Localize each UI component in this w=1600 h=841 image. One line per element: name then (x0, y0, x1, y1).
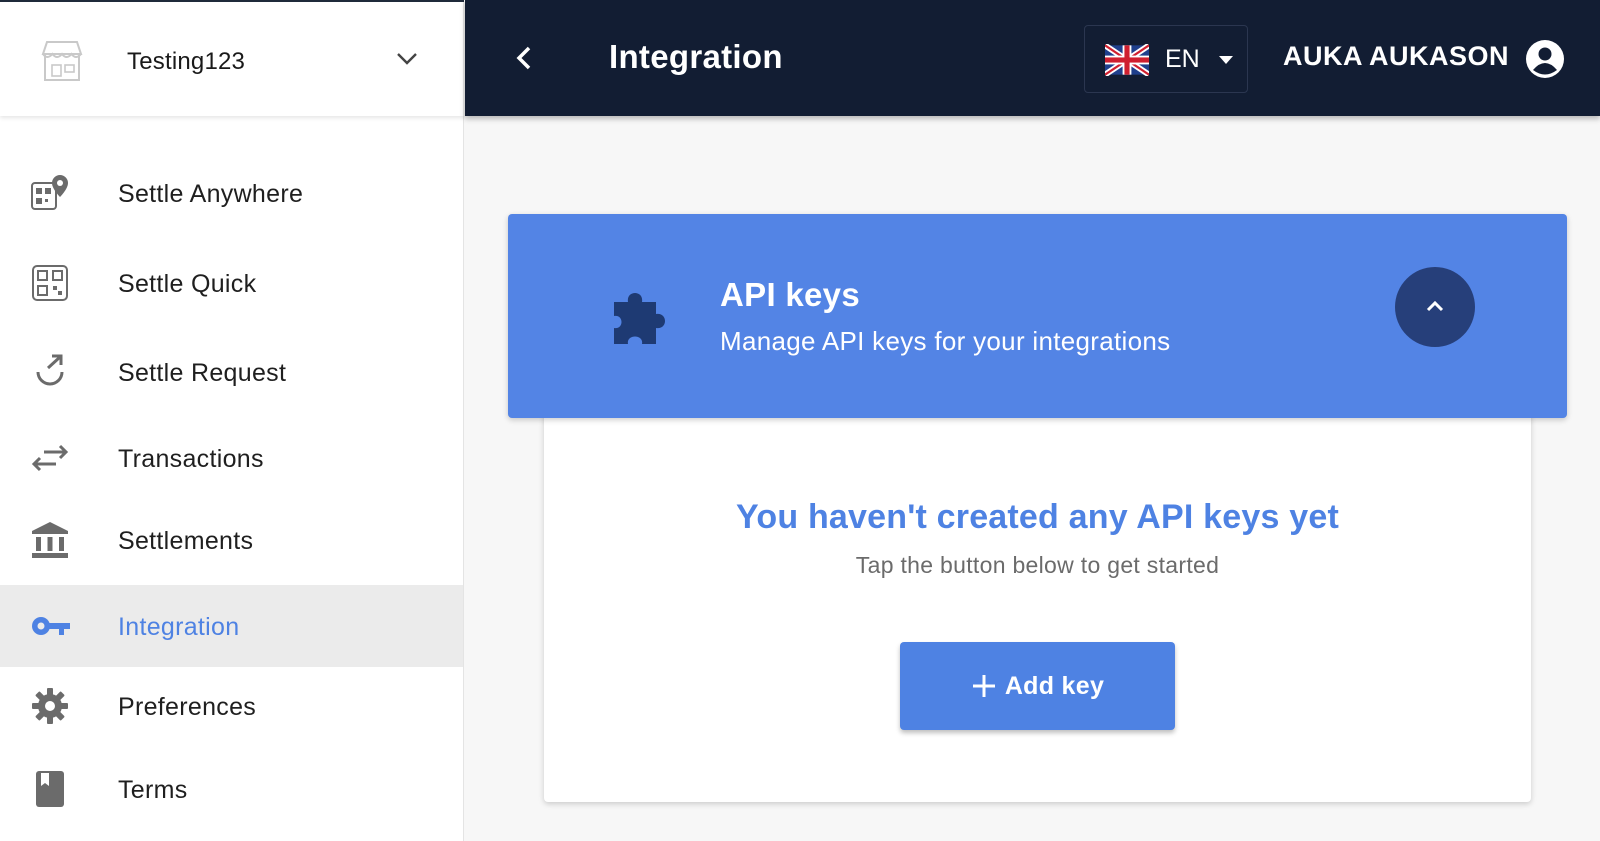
caret-down-icon (1219, 56, 1233, 64)
page-title: Integration (609, 38, 783, 75)
sidebar: Testing123 Settle Anywhere Settle Quick … (0, 0, 464, 841)
sidebar-item-settle-anywhere[interactable]: Settle Anywhere (0, 153, 463, 235)
sidebar-item-label: Terms (118, 776, 188, 804)
sidebar-item-label: Integration (118, 613, 240, 641)
chevron-down-icon (397, 53, 417, 65)
request-arrow-icon (36, 354, 64, 386)
shop-switcher[interactable]: Testing123 (0, 0, 464, 116)
account-circle-icon[interactable] (1525, 39, 1565, 79)
sidebar-item-settle-quick[interactable]: Settle Quick (0, 243, 463, 325)
swap-arrows-icon (31, 444, 69, 472)
sidebar-item-integration[interactable]: Integration (0, 585, 463, 667)
panel-title: API keys (720, 276, 860, 313)
sidebar-item-label: Transactions (118, 445, 264, 473)
sidebar-item-terms[interactable]: Terms (0, 749, 463, 831)
panel-subtitle: Manage API keys for your integrations (720, 326, 1171, 356)
sidebar-item-label: Settle Anywhere (118, 180, 304, 208)
back-chevron-icon[interactable] (505, 38, 545, 78)
sidebar-item-label: Preferences (118, 693, 257, 721)
book-icon (36, 771, 64, 807)
shop-name: Testing123 (127, 48, 246, 75)
sidebar-item-settlements[interactable]: Settlements (0, 500, 463, 582)
puzzle-piece-icon (614, 293, 665, 344)
qr-code-icon (32, 265, 68, 301)
sidebar-item-label: Settlements (118, 527, 254, 555)
language-select[interactable]: EN (1084, 25, 1248, 93)
chevron-up-icon (1426, 300, 1444, 312)
empty-state-title: You haven't created any API keys yet (736, 498, 1339, 536)
sidebar-item-label: Settle Quick (118, 270, 257, 298)
sidebar-item-settle-request[interactable]: Settle Request (0, 332, 463, 414)
bank-icon (32, 522, 68, 558)
add-key-button[interactable]: Add key (900, 642, 1175, 730)
api-keys-panel-body: You haven't created any API keys yet Tap… (544, 380, 1531, 802)
top-bar: Integration EN AUKA AUKASON (465, 0, 1600, 116)
gear-icon (32, 688, 68, 724)
storefront-icon (41, 41, 83, 81)
sidebar-item-transactions[interactable]: Transactions (0, 418, 463, 500)
collapse-panel-button[interactable] (1395, 267, 1475, 347)
user-name[interactable]: AUKA AUKASON (1283, 41, 1509, 72)
plus-icon (972, 675, 995, 697)
qr-location-icon (31, 175, 68, 210)
sidebar-item-label: Settle Request (118, 359, 287, 387)
app: Testing123 Settle Anywhere Settle Quick … (0, 0, 1600, 841)
key-icon (32, 617, 70, 635)
sidebar-item-preferences[interactable]: Preferences (0, 666, 463, 748)
empty-state-hint: Tap the button below to get started (855, 552, 1220, 578)
add-key-label: Add key (1004, 671, 1105, 700)
api-keys-panel-header: API keys Manage API keys for your integr… (508, 214, 1567, 418)
uk-flag-icon (1105, 44, 1149, 76)
language-code: EN (1165, 45, 1200, 73)
